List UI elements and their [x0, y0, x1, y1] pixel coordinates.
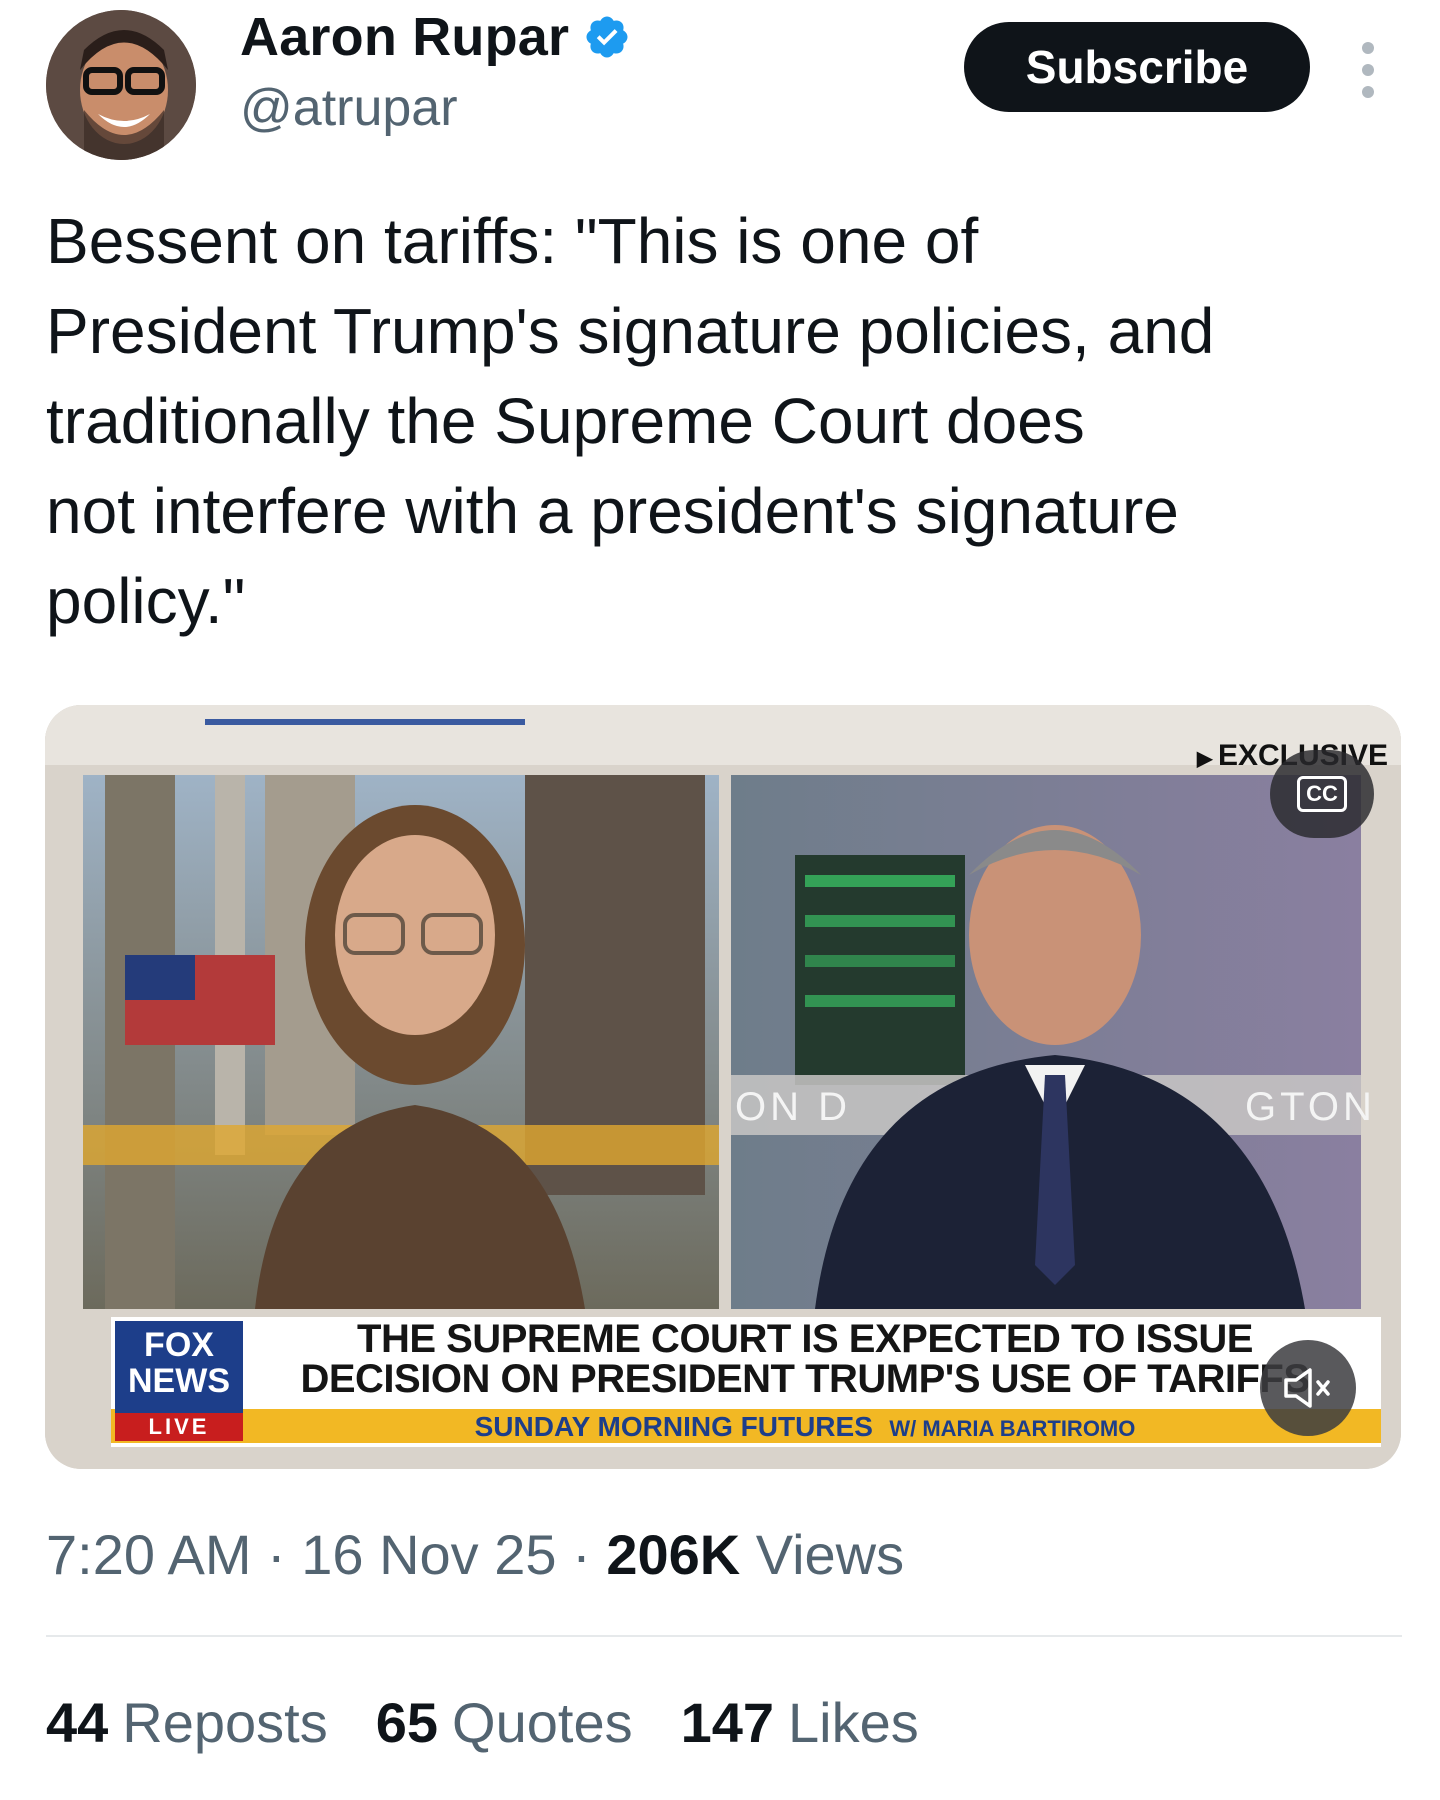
chyron-headline-line1: THE SUPREME COURT IS EXPECTED TO ISSUE: [357, 1317, 1253, 1361]
captions-icon: CC: [1297, 776, 1347, 812]
divider: [46, 1635, 1402, 1637]
guest-panel: [731, 775, 1361, 1309]
video-player[interactable]: ▶ EXCLUSIVE ON D GTON FOX NEWS LIVE THE …: [45, 705, 1401, 1469]
author-name-row: Aaron Rupar: [240, 6, 631, 68]
network-logo-line2: NEWS: [128, 1362, 230, 1400]
verified-badge-icon: [586, 16, 628, 58]
show-name: SUNDAY MORNING FUTURES: [474, 1411, 873, 1442]
unmute-button[interactable]: [1260, 1340, 1356, 1436]
more-options-icon[interactable]: [1356, 42, 1380, 98]
likes-count: 147: [680, 1691, 775, 1754]
host-panel: [83, 775, 719, 1309]
avatar[interactable]: [46, 10, 196, 160]
volume-muted-icon: [1284, 1368, 1330, 1408]
reposts-stat[interactable]: 44 Reposts: [46, 1690, 328, 1755]
tweet-date[interactable]: 16 Nov 25: [301, 1523, 556, 1586]
show-name-bar: SUNDAY MORNING FUTURES W/ MARIA BARTIROM…: [245, 1411, 1365, 1443]
tweet-time[interactable]: 7:20 AM: [46, 1523, 251, 1586]
quotes-stat[interactable]: 65 Quotes: [376, 1690, 633, 1755]
backdrop-text-right: GTON: [1245, 1085, 1376, 1129]
quotes-label: Quotes: [452, 1691, 633, 1754]
network-logo-line1: FOX: [144, 1326, 214, 1364]
backdrop-text-left: ON D: [735, 1085, 851, 1129]
likes-stat[interactable]: 147 Likes: [681, 1690, 919, 1755]
host-tag: W/ MARIA BARTIROMO: [889, 1416, 1136, 1441]
views-label: Views: [755, 1523, 905, 1586]
likes-label: Likes: [788, 1691, 919, 1754]
meta-separator: ·: [267, 1523, 286, 1586]
author-display-name[interactable]: Aaron Rupar: [240, 6, 569, 68]
tweet-meta: 7:20 AM · 16 Nov 25 · 206K Views: [46, 1522, 904, 1587]
network-live-badge: LIVE: [148, 1414, 210, 1439]
network-logo: FOX NEWS LIVE: [117, 1327, 241, 1445]
captions-button[interactable]: CC: [1270, 750, 1374, 838]
author-handle[interactable]: @atrupar: [240, 78, 458, 138]
reposts-count: 44: [46, 1691, 109, 1754]
meta-separator: ·: [572, 1523, 591, 1586]
chyron-headline-line2: DECISION ON PRESIDENT TRUMP'S USE OF TAR…: [300, 1357, 1310, 1401]
engagement-stats: 44 Reposts 65 Quotes 147 Likes: [46, 1690, 919, 1755]
views-count: 206K: [606, 1523, 741, 1586]
avatar-photo: [46, 10, 196, 160]
reposts-label: Reposts: [122, 1691, 328, 1754]
subscribe-button[interactable]: Subscribe: [964, 22, 1310, 112]
quotes-count: 65: [375, 1691, 439, 1754]
tweet-text: Bessent on tariffs: "This is one of Pres…: [46, 205, 1215, 637]
